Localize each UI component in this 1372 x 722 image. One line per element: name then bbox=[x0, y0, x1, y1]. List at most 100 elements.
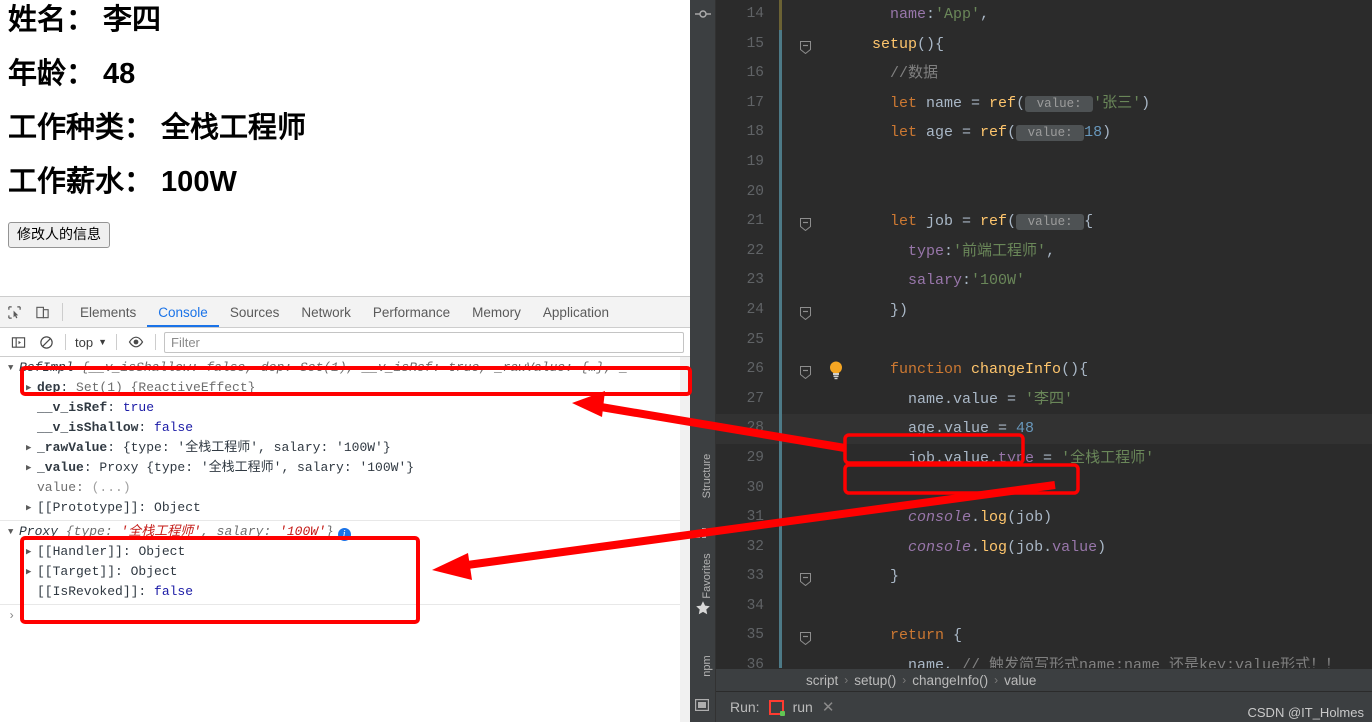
line-number: 27 bbox=[746, 390, 764, 407]
code-line[interactable]: 26 function changeInfo(){ bbox=[716, 355, 1372, 385]
code-line[interactable]: 24 }) bbox=[716, 295, 1372, 326]
code-lines-container[interactable]: 14 name:'App', 15 setup(){16 //数据 17 let n… bbox=[716, 0, 1372, 668]
code-line[interactable]: 25 bbox=[716, 325, 1372, 356]
live-expression-icon[interactable] bbox=[122, 331, 150, 353]
console-context-selector[interactable]: top ▼ bbox=[71, 334, 111, 351]
code-editor[interactable]: 14 name:'App', 15 setup(){16 //数据 17 let n… bbox=[716, 0, 1372, 668]
code-text: setup(){ bbox=[836, 30, 944, 60]
disclosure-triangle-icon[interactable]: ▶ bbox=[26, 458, 37, 478]
code-line[interactable]: 21 let job = ref( value: { bbox=[716, 207, 1372, 237]
console-prop-row[interactable]: ▶ _rawValue: {type: '全栈工程师', salary: '100… bbox=[0, 438, 690, 458]
breadcrumb-item-script[interactable]: script bbox=[806, 673, 838, 688]
modify-person-info-button[interactable]: 修改人的信息 bbox=[8, 222, 110, 249]
console-entry-refimpl-header[interactable]: ▼ RefImpl {__v_isShallow: false, dep: Set… bbox=[0, 358, 690, 378]
gutter-scope-bar bbox=[779, 651, 782, 668]
breadcrumb-item-value[interactable]: value bbox=[1004, 673, 1036, 688]
device-toolbar-icon[interactable] bbox=[28, 297, 56, 327]
code-line[interactable]: 27 name.value = '李四' bbox=[716, 384, 1372, 415]
console-prop-row[interactable]: ▶__v_isRef: true bbox=[0, 398, 690, 418]
disclosure-triangle-icon[interactable]: ▼ bbox=[8, 522, 19, 542]
clear-console-icon[interactable] bbox=[32, 331, 60, 353]
param-hint-badge: value: bbox=[1016, 125, 1085, 142]
structure-pin-icon[interactable] bbox=[695, 6, 711, 22]
disclosure-triangle-icon[interactable]: ▶ bbox=[26, 542, 37, 562]
code-fold-icon[interactable] bbox=[800, 629, 811, 646]
object-class-name: Proxy bbox=[19, 524, 59, 539]
object-preview-suffix: } bbox=[325, 524, 334, 539]
console-output[interactable]: ▼ RefImpl {__v_isShallow: false, dep: Set… bbox=[0, 357, 690, 722]
code-line[interactable]: 14 name:'App', bbox=[716, 0, 1372, 30]
code-line[interactable]: 28 age.value = 48 bbox=[716, 414, 1372, 444]
console-prop-row[interactable]: ▶__v_isShallow: false bbox=[0, 418, 690, 438]
code-line[interactable]: 15 setup(){ bbox=[716, 29, 1372, 60]
code-fold-icon[interactable] bbox=[800, 215, 811, 232]
code-token: let bbox=[890, 124, 918, 142]
bottom-window-icon[interactable] bbox=[695, 698, 711, 714]
code-token: . bbox=[971, 538, 981, 556]
code-line[interactable]: 16 //数据 bbox=[716, 59, 1372, 89]
tab-sources[interactable]: Sources bbox=[219, 297, 291, 327]
code-line[interactable]: 32 console.log(job.value) bbox=[716, 532, 1372, 563]
console-prop-row[interactable]: ▶[[IsRevoked]]: false bbox=[0, 582, 690, 602]
tab-application[interactable]: Application bbox=[532, 297, 620, 327]
code-line[interactable]: 36 name, // 触发简写形式name:name 还是key:value形… bbox=[716, 651, 1372, 668]
line-number: 24 bbox=[746, 301, 764, 318]
code-fold-icon[interactable] bbox=[800, 38, 811, 54]
close-icon[interactable]: ✕ bbox=[822, 698, 835, 716]
console-prop-row[interactable]: ▶ [[Target]]: Object bbox=[0, 562, 690, 582]
favorites-star-icon[interactable] bbox=[695, 600, 711, 616]
info-badge-icon[interactable]: i bbox=[337, 528, 351, 541]
disclosure-triangle-icon[interactable]: ▶ bbox=[26, 498, 37, 518]
code-line[interactable]: 35 return { bbox=[716, 621, 1372, 652]
tab-performance[interactable]: Performance bbox=[362, 297, 461, 327]
sidebar-item-structure[interactable]: Structure bbox=[701, 441, 713, 511]
console-filter-input[interactable] bbox=[164, 331, 684, 353]
inspect-element-icon[interactable] bbox=[0, 297, 28, 327]
console-prop-row[interactable]: ▶ _value: Proxy {type: '全栈工程师', salary: '… bbox=[0, 458, 690, 478]
code-line[interactable]: 20 bbox=[716, 177, 1372, 208]
run-config-icon bbox=[768, 699, 785, 716]
breadcrumb-item-changeinfo[interactable]: changeInfo() bbox=[912, 673, 988, 688]
prop-value[interactable]: (...) bbox=[92, 480, 131, 495]
console-scrollbar[interactable] bbox=[680, 357, 690, 722]
disclosure-spacer: ▶ bbox=[26, 398, 37, 418]
tab-network[interactable]: Network bbox=[290, 297, 362, 327]
breadcrumb-item-setup[interactable]: setup() bbox=[854, 673, 896, 688]
intention-bulb-icon[interactable] bbox=[828, 360, 844, 380]
code-line[interactable]: 23 salary:'100W' bbox=[716, 266, 1372, 296]
console-prop-row[interactable]: ▶ dep: Set(1) {ReactiveEffect} bbox=[0, 378, 690, 398]
run-config-name[interactable]: run bbox=[793, 699, 813, 715]
code-line[interactable]: 18 let age = ref( value: 18) bbox=[716, 118, 1372, 148]
disclosure-triangle-icon[interactable]: ▶ bbox=[26, 438, 37, 458]
code-fold-icon[interactable] bbox=[800, 304, 811, 321]
code-line[interactable]: 19 bbox=[716, 147, 1372, 178]
code-fold-icon[interactable] bbox=[800, 363, 811, 380]
console-prop-row[interactable]: ▶ [[Handler]]: Object bbox=[0, 542, 690, 562]
code-line[interactable]: 22 type:'前端工程师', bbox=[716, 236, 1372, 267]
sidebar-item-npm[interactable]: npm bbox=[701, 631, 713, 701]
code-text: console.log(job) bbox=[836, 503, 1052, 533]
code-line[interactable]: 34 bbox=[716, 591, 1372, 622]
disclosure-triangle-icon[interactable]: ▶ bbox=[26, 562, 37, 582]
code-line[interactable]: 29 job.value.type = '全栈工程师' bbox=[716, 443, 1372, 474]
code-token: = bbox=[1034, 449, 1062, 467]
tab-elements[interactable]: Elements bbox=[69, 297, 147, 327]
code-line[interactable]: 31 console.log(job) bbox=[716, 503, 1372, 533]
code-line[interactable]: 33 } bbox=[716, 562, 1372, 592]
tab-console[interactable]: Console bbox=[147, 297, 219, 327]
console-prop-row[interactable]: ▶value: (...) bbox=[0, 478, 690, 498]
breadcrumb-separator-icon: › bbox=[844, 673, 849, 687]
disclosure-triangle-icon[interactable]: ▶ bbox=[26, 378, 37, 398]
console-entry-proxy-header[interactable]: ▼ Proxy {type: '全栈工程师', salary: '100W'} i bbox=[0, 522, 690, 542]
code-token: return bbox=[890, 627, 945, 645]
code-text: let job = ref( value: { bbox=[836, 207, 1093, 238]
code-fold-icon[interactable] bbox=[800, 570, 811, 587]
console-sidebar-icon[interactable] bbox=[4, 331, 32, 353]
tab-memory[interactable]: Memory bbox=[461, 297, 532, 327]
code-token: let bbox=[890, 213, 918, 231]
disclosure-triangle-icon[interactable]: ▼ bbox=[8, 358, 19, 378]
code-line[interactable]: 30 bbox=[716, 473, 1372, 504]
console-input-prompt[interactable]: › bbox=[0, 605, 690, 627]
code-line[interactable]: 17 let name = ref( value: '张三') bbox=[716, 88, 1372, 119]
console-prop-row[interactable]: ▶ [[Prototype]]: Object bbox=[0, 498, 690, 518]
